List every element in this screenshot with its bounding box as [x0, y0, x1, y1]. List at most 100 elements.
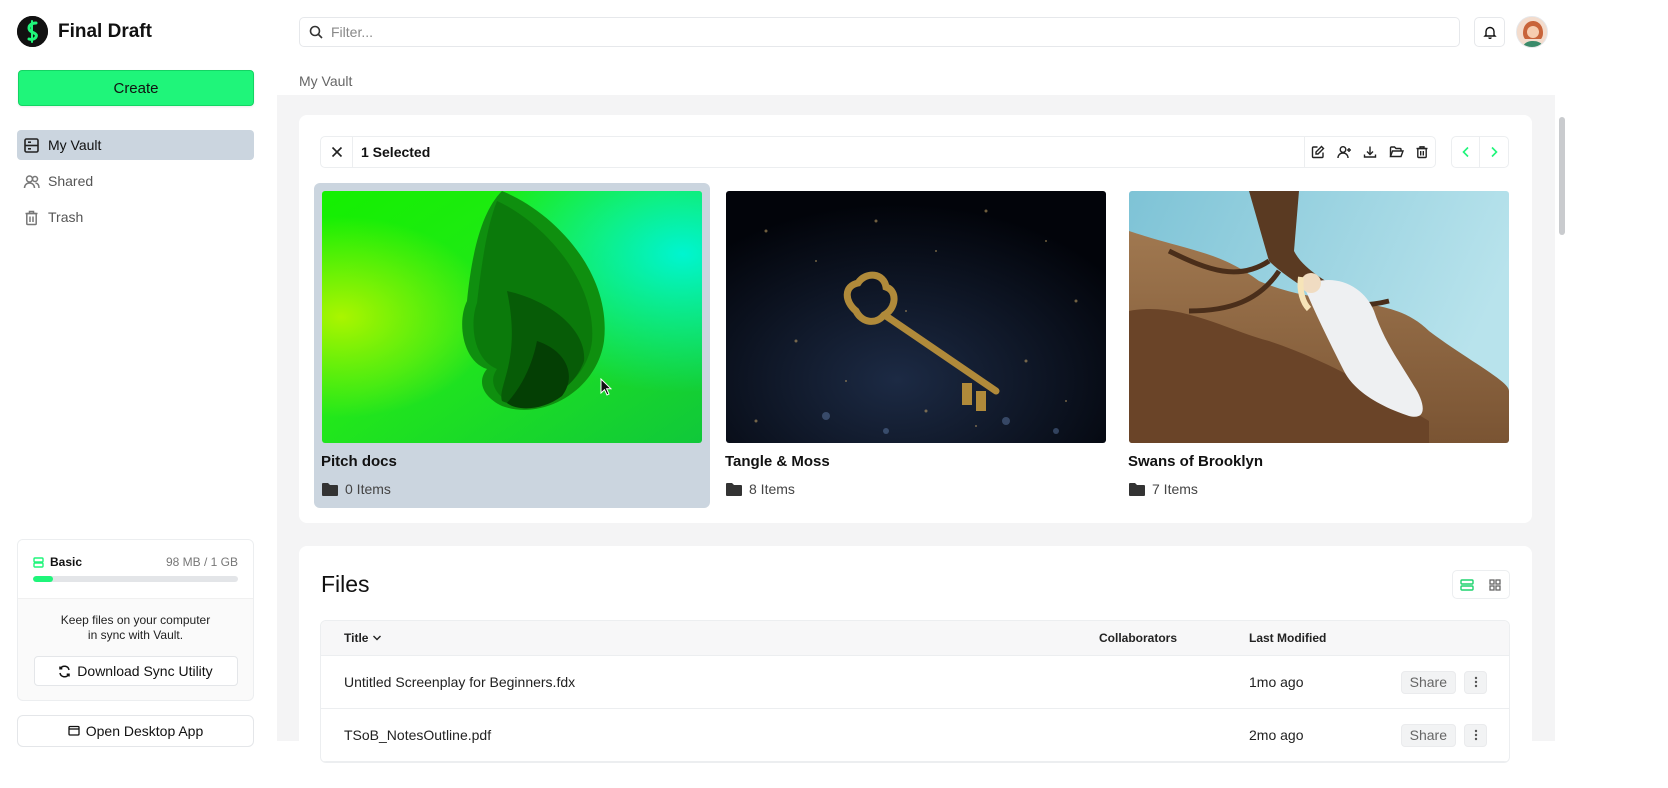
- search-icon: [309, 25, 323, 39]
- column-title-label: Title: [344, 631, 369, 645]
- avatar[interactable]: [1516, 16, 1548, 48]
- folder-count-label: 7 Items: [1152, 481, 1198, 497]
- folder-count: 0 Items: [321, 481, 391, 497]
- row-actions: Share: [1367, 723, 1509, 747]
- add-user-icon: [1336, 145, 1352, 159]
- download-button[interactable]: [1357, 137, 1383, 167]
- chevron-left-icon: [1461, 146, 1471, 158]
- storage-usage-text: 98 MB / 1 GB: [165, 555, 238, 569]
- list-view-button[interactable]: [1453, 571, 1481, 598]
- folder-count-label: 0 Items: [345, 481, 391, 497]
- files-panel: Files Title Collaborators Last Modified: [299, 546, 1532, 766]
- folder-icon: [321, 482, 339, 496]
- search-bar[interactable]: [299, 17, 1460, 47]
- file-modified: 2mo ago: [1249, 727, 1304, 743]
- sync-description-line: in sync with Vault.: [87, 628, 184, 642]
- bell-icon: [1482, 25, 1497, 39]
- download-sync-utility-button[interactable]: Download Sync Utility: [33, 656, 238, 686]
- folder-icon: [725, 482, 743, 496]
- folder-title: Tangle & Moss: [725, 453, 830, 470]
- kebab-icon: [1474, 676, 1478, 688]
- selection-count: 1 Selected: [361, 144, 431, 160]
- grid-view-button[interactable]: [1481, 571, 1509, 598]
- desktop-icon: [68, 725, 80, 737]
- vault-icon: [23, 137, 40, 154]
- view-toggle: [1452, 570, 1510, 599]
- sidebar-item-shared[interactable]: Shared: [17, 166, 254, 196]
- folder-thumbnail: [322, 191, 702, 443]
- desktop-button-label: Open Desktop App: [85, 723, 204, 739]
- storage-usage: Basic 98 MB / 1 GB: [18, 540, 253, 599]
- app-name: Final Draft: [58, 20, 152, 42]
- folder-count: 8 Items: [725, 481, 795, 497]
- mouse-cursor-icon: [600, 378, 612, 396]
- breadcrumb[interactable]: My Vault: [299, 73, 352, 89]
- sidebar-item-trash[interactable]: Trash: [17, 202, 254, 232]
- selection-toolbar: 1 Selected: [320, 136, 1436, 168]
- share-with-user-button[interactable]: [1331, 137, 1357, 167]
- folder-thumbnail: [1129, 191, 1509, 443]
- scrollbar-thumb[interactable]: [1559, 117, 1565, 235]
- plan-name: Basic: [50, 555, 83, 569]
- table-row[interactable]: Untitled Screenplay for Beginners.fdx 1m…: [321, 656, 1509, 709]
- folder-card[interactable]: Swans of Brooklyn 7 Items: [1121, 183, 1517, 508]
- column-collaborators: Collaborators: [1099, 631, 1178, 645]
- notifications-button[interactable]: [1474, 17, 1505, 47]
- storage-icon: [33, 556, 44, 568]
- share-button[interactable]: Share: [1400, 670, 1456, 694]
- storage-progress-bar: [33, 576, 238, 582]
- folder-card[interactable]: Pitch docs 0 Items: [314, 183, 710, 508]
- more-options-button[interactable]: [1464, 670, 1487, 694]
- folder-title: Pitch docs: [321, 453, 397, 470]
- plan-label: Basic: [33, 555, 82, 569]
- share-button[interactable]: Share: [1400, 723, 1456, 747]
- list-view-icon: [1460, 578, 1474, 591]
- previous-page-button[interactable]: [1452, 137, 1481, 167]
- storage-card: Basic 98 MB / 1 GB Keep files on your co…: [17, 539, 254, 701]
- folder-pager: [1451, 136, 1509, 168]
- download-icon: [1363, 145, 1377, 159]
- folder-card[interactable]: Tangle & Moss 8 Items: [718, 183, 1114, 508]
- chevron-down-icon: [372, 634, 382, 642]
- column-last-modified[interactable]: Last Modified: [1227, 631, 1367, 645]
- close-icon: [331, 146, 343, 158]
- users-icon: [23, 173, 40, 190]
- sync-description-line: Keep files on your computer: [60, 613, 211, 627]
- folder-title: Swans of Brooklyn: [1128, 453, 1264, 470]
- table-header: Title Collaborators Last Modified: [321, 621, 1509, 656]
- folder-count-label: 8 Items: [749, 481, 795, 497]
- folder-thumbnail: [726, 191, 1106, 443]
- search-input[interactable]: [331, 24, 1431, 40]
- files-heading: Files: [321, 571, 370, 597]
- sync-icon: [58, 664, 71, 678]
- scrollbar[interactable]: [1556, 95, 1568, 741]
- sidebar-item-label: My Vault: [48, 137, 102, 153]
- file-title[interactable]: Untitled Screenplay for Beginners.fdx: [321, 674, 1077, 690]
- final-draft-logo-icon: [17, 16, 48, 47]
- sidebar-item-my-vault[interactable]: My Vault: [17, 130, 254, 160]
- file-title[interactable]: TSoB_NotesOutline.pdf: [321, 727, 1077, 743]
- edit-button[interactable]: [1305, 137, 1331, 167]
- edit-icon: [1311, 145, 1325, 159]
- grid-view-icon: [1489, 578, 1501, 591]
- create-button[interactable]: Create: [18, 70, 254, 106]
- folders-panel: 1 Selected Pitch docs 0 Items Tangle & M…: [299, 115, 1532, 523]
- row-actions: Share: [1367, 670, 1509, 694]
- brand[interactable]: Final Draft: [17, 16, 152, 47]
- file-modified: 1mo ago: [1249, 674, 1304, 690]
- kebab-icon: [1474, 729, 1478, 741]
- table-row[interactable]: TSoB_NotesOutline.pdf 2mo ago Share: [321, 709, 1509, 762]
- next-page-button[interactable]: [1480, 137, 1508, 167]
- clear-selection-button[interactable]: [321, 137, 353, 167]
- sidebar-nav: My Vault Shared Trash: [17, 130, 254, 238]
- column-title-sort[interactable]: Title: [321, 631, 1077, 645]
- sidebar-item-label: Trash: [48, 209, 84, 225]
- more-options-button[interactable]: [1464, 723, 1487, 747]
- chevron-right-icon: [1489, 146, 1499, 158]
- move-button[interactable]: [1383, 137, 1409, 167]
- open-desktop-app-button[interactable]: Open Desktop App: [17, 715, 254, 747]
- storage-progress-fill: [33, 576, 54, 582]
- sidebar-item-label: Shared: [48, 173, 94, 189]
- folder-icon: [1128, 482, 1146, 496]
- delete-button[interactable]: [1409, 137, 1435, 167]
